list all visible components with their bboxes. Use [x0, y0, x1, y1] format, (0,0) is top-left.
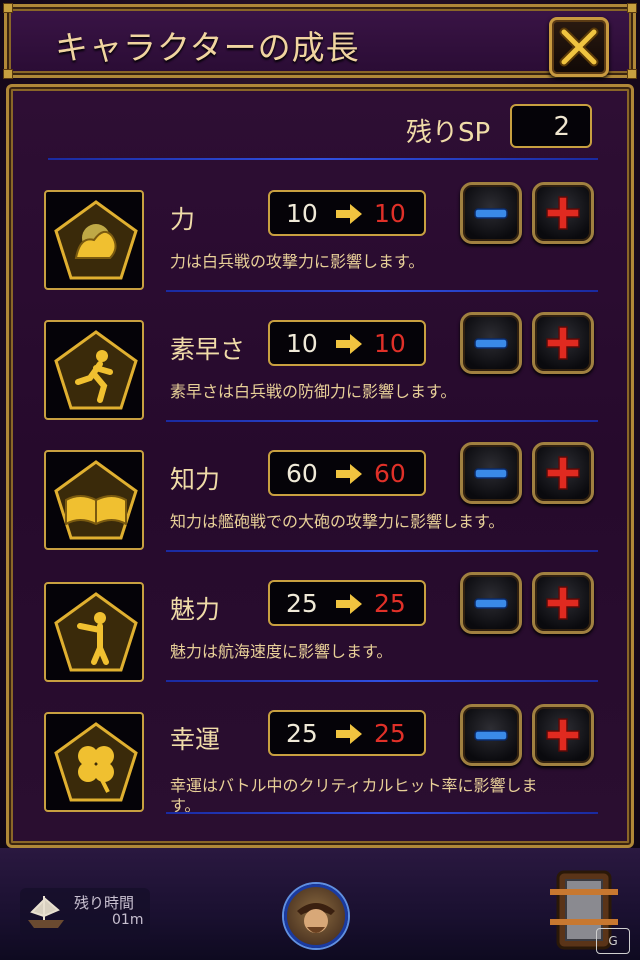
close-button[interactable]	[549, 17, 609, 77]
minus-icon	[474, 730, 508, 741]
intellect-icon-frame	[44, 450, 144, 550]
charm-icon	[54, 592, 138, 672]
voyage-timer: 残り時間 01m	[20, 888, 150, 936]
current-value: 25	[286, 589, 318, 618]
captain-avatar-button[interactable]	[284, 884, 348, 948]
plus-icon	[546, 586, 580, 620]
corner-ornament	[627, 69, 637, 79]
increase-strength-button[interactable]	[532, 182, 594, 244]
plus-icon	[546, 196, 580, 230]
increase-agility-button[interactable]	[532, 312, 594, 374]
pirate-avatar-icon	[297, 903, 335, 933]
divider	[166, 680, 598, 682]
stat-value-box: 10 10	[268, 320, 426, 366]
decrease-charm-button[interactable]	[460, 572, 522, 634]
divider	[166, 550, 598, 552]
dialog-header: キャラクターの成長	[3, 3, 637, 79]
increase-luck-button[interactable]	[532, 704, 594, 766]
remaining-sp-value: 2	[510, 104, 592, 148]
stat-name-agility: 素早さ	[170, 335, 246, 364]
increase-intellect-button[interactable]	[532, 442, 594, 504]
decrease-luck-button[interactable]	[460, 704, 522, 766]
decrease-intellect-button[interactable]	[460, 442, 522, 504]
stat-value-box: 25 25	[268, 580, 426, 626]
agility-icon-frame	[44, 320, 144, 420]
stat-description: 力は白兵戦の攻撃力に影響します。	[170, 252, 425, 271]
minus-icon	[474, 338, 508, 349]
arrow-right-icon	[336, 204, 362, 224]
plus-icon	[546, 326, 580, 360]
luck-icon-frame	[44, 712, 144, 812]
arrow-right-icon	[336, 594, 362, 614]
ship-icon	[28, 896, 64, 928]
corner-ornament	[627, 3, 637, 13]
minus-icon	[474, 208, 508, 219]
increase-charm-button[interactable]	[532, 572, 594, 634]
watermark-logo: G	[596, 928, 630, 954]
plus-icon	[546, 456, 580, 490]
current-value: 25	[286, 719, 318, 748]
stat-description: 幸運はバトル中のクリティカルヒット率に影響しま	[170, 776, 538, 795]
current-value: 10	[286, 199, 318, 228]
new-value: 10	[374, 199, 406, 228]
divider	[166, 290, 598, 292]
new-value: 25	[374, 719, 406, 748]
stat-value-box: 10 10	[268, 190, 426, 236]
remaining-sp-label: 残りSP	[406, 118, 491, 148]
current-value: 10	[286, 329, 318, 358]
strength-icon	[54, 200, 138, 280]
charm-icon-frame	[44, 582, 144, 682]
minus-icon	[474, 468, 508, 479]
stat-value-box: 60 60	[268, 450, 426, 496]
new-value: 10	[374, 329, 406, 358]
clover-icon	[54, 722, 138, 802]
agility-icon	[54, 330, 138, 410]
stat-name-charm: 魅力	[170, 595, 221, 624]
divider	[166, 420, 598, 422]
new-value: 25	[374, 589, 406, 618]
corner-ornament	[3, 69, 13, 79]
timer-value: 01m	[112, 912, 144, 928]
decrease-strength-button[interactable]	[460, 182, 522, 244]
stat-name-luck: 幸運	[170, 725, 221, 754]
decrease-agility-button[interactable]	[460, 312, 522, 374]
strength-icon-frame	[44, 190, 144, 290]
current-value: 60	[286, 459, 318, 488]
stat-name-intellect: 知力	[170, 465, 221, 494]
close-icon	[559, 27, 599, 67]
stat-description: 魅力は航海速度に影響します。	[170, 642, 393, 661]
stat-value-box: 25 25	[268, 710, 426, 756]
stat-description: 知力は艦砲戦での大砲の攻撃力に影響します。	[170, 512, 505, 531]
plus-icon	[546, 718, 580, 752]
stat-description: 素早さは白兵戦の防御力に影響します。	[170, 382, 457, 401]
divider	[48, 158, 598, 160]
arrow-right-icon	[336, 724, 362, 744]
timer-label: 残り時間	[74, 894, 135, 912]
stat-name-strength: 力	[170, 205, 196, 234]
intellect-book-icon	[54, 460, 138, 540]
arrow-right-icon	[336, 334, 362, 354]
divider	[166, 812, 598, 814]
arrow-right-icon	[336, 464, 362, 484]
new-value: 60	[374, 459, 406, 488]
page-title: キャラクターの成長	[55, 28, 360, 67]
minus-icon	[474, 598, 508, 609]
corner-ornament	[3, 3, 13, 13]
